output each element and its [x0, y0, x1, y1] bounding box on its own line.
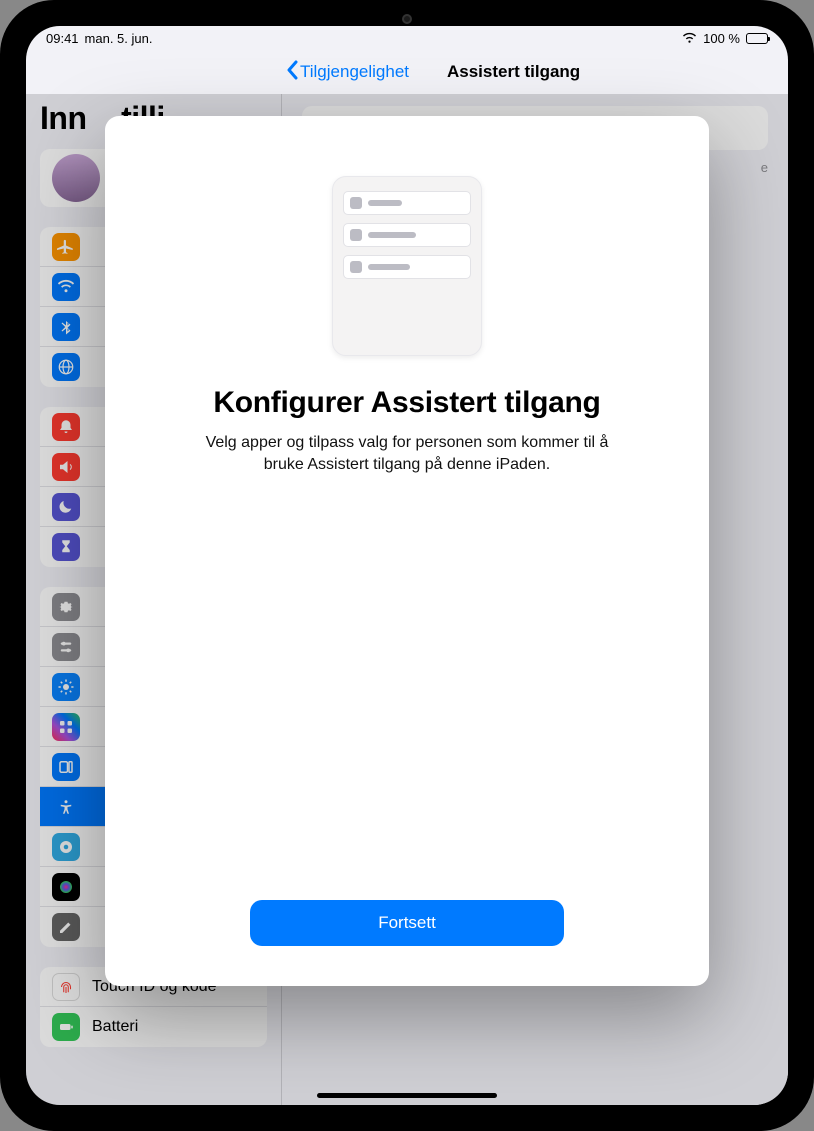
- chevron-left-icon: [286, 60, 298, 85]
- modal-title: Konfigurer Assistert tilgang: [213, 386, 600, 420]
- status-time: 09:41: [46, 31, 79, 46]
- battery-settings-icon: [52, 1013, 80, 1041]
- bluetooth-icon: [52, 313, 80, 341]
- fingerprint-icon: [52, 973, 80, 1001]
- status-bar: 09:41 man. 5. jun. 100 %: [26, 26, 788, 50]
- wifi-icon: [682, 32, 697, 44]
- assistive-access-setup-modal: Konfigurer Assistert tilgang Velg apper …: [105, 116, 709, 986]
- nav-back-label: Tilgjengelighet: [300, 62, 409, 82]
- globe-icon: [52, 353, 80, 381]
- illustration-row: [343, 223, 471, 247]
- status-battery-pct: 100 %: [703, 31, 740, 46]
- avatar: [52, 154, 100, 202]
- modal-body-text: Velg apper og tilpass valg for personen …: [197, 432, 617, 475]
- nav-back-button[interactable]: Tilgjengelighet: [286, 60, 409, 85]
- sidebar-item-battery[interactable]: Batteri: [40, 1007, 267, 1047]
- speaker-icon: [52, 453, 80, 481]
- moon-icon: [52, 493, 80, 521]
- continue-button[interactable]: Fortsett: [250, 900, 564, 946]
- pencil-icon: [52, 913, 80, 941]
- siri-icon: [52, 873, 80, 901]
- sliders-icon: [52, 633, 80, 661]
- status-date: man. 5. jun.: [85, 31, 153, 46]
- wallpaper-icon: [52, 833, 80, 861]
- illustration-row: [343, 255, 471, 279]
- modal-illustration: [332, 176, 482, 356]
- detail-nav-bar: Tilgjengelighet Assistert tilgang: [26, 50, 788, 94]
- sidebar-item-label: Batteri: [92, 1018, 138, 1036]
- brightness-icon: [52, 673, 80, 701]
- home-indicator[interactable]: [317, 1093, 497, 1098]
- ipad-device-frame: 09:41 man. 5. jun. 100 % Tilgjengelighet: [0, 0, 814, 1131]
- screen: 09:41 man. 5. jun. 100 % Tilgjengelighet: [26, 26, 788, 1105]
- multitask-icon: [52, 753, 80, 781]
- front-camera: [402, 14, 412, 24]
- app-grid-icon: [52, 713, 80, 741]
- bell-icon: [52, 413, 80, 441]
- nav-title: Assistert tilgang: [447, 62, 580, 82]
- wifi-settings-icon: [52, 273, 80, 301]
- illustration-row: [343, 191, 471, 215]
- battery-icon: [746, 33, 768, 44]
- accessibility-icon: [52, 793, 80, 821]
- airplane-icon: [52, 233, 80, 261]
- hourglass-icon: [52, 533, 80, 561]
- gear-icon: [52, 593, 80, 621]
